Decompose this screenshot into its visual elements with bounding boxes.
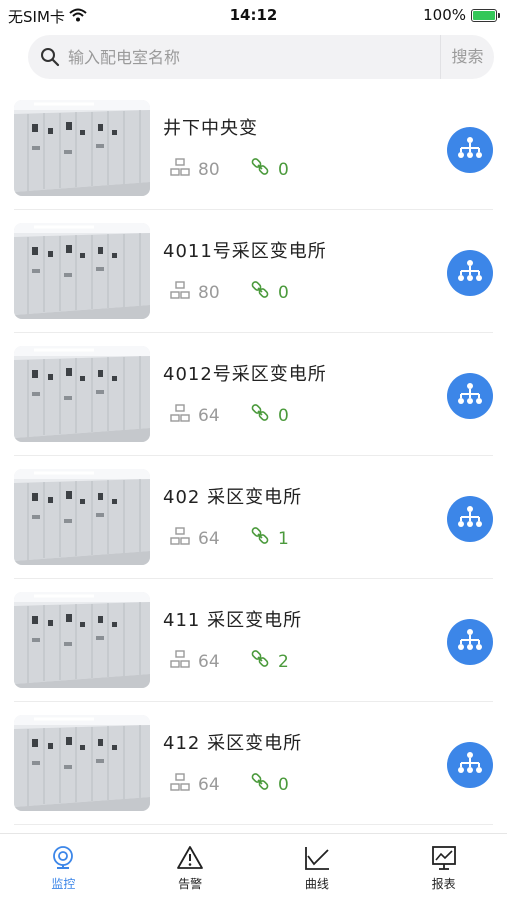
link-count-value: 0 bbox=[278, 774, 289, 795]
link-icon bbox=[250, 649, 270, 674]
device-icon bbox=[170, 280, 190, 305]
search-bar: 搜索 bbox=[28, 35, 494, 79]
link-count-value: 0 bbox=[278, 282, 289, 303]
search-icon bbox=[40, 47, 60, 67]
topology-icon bbox=[457, 750, 483, 780]
link-count: 0 bbox=[250, 157, 289, 182]
list-item[interactable]: 412 采区变电所 64 0 bbox=[14, 702, 493, 825]
room-thumbnail bbox=[14, 469, 150, 565]
device-count-value: 64 bbox=[198, 528, 220, 549]
link-count: 0 bbox=[250, 280, 289, 305]
curve-icon bbox=[303, 844, 331, 872]
list-item[interactable]: 井下中央变 80 0 bbox=[14, 87, 493, 210]
battery-icon bbox=[471, 8, 500, 22]
topology-button[interactable] bbox=[447, 496, 493, 542]
link-icon bbox=[250, 280, 270, 305]
tab-label: 监控 bbox=[51, 877, 76, 891]
topology-icon bbox=[457, 627, 483, 657]
link-count-value: 1 bbox=[278, 528, 289, 549]
device-icon bbox=[170, 157, 190, 182]
topology-button[interactable] bbox=[447, 127, 493, 173]
tab-label: 报表 bbox=[431, 877, 456, 891]
device-icon bbox=[170, 526, 190, 551]
room-thumbnail bbox=[14, 100, 150, 196]
room-name: 4012号采区变电所 bbox=[163, 364, 327, 385]
device-count-value: 80 bbox=[198, 159, 220, 180]
tab-bar: 监控 告警 曲线 报表 bbox=[0, 833, 507, 900]
list-item[interactable]: 411 采区变电所 64 2 bbox=[14, 579, 493, 702]
search-button[interactable]: 搜索 bbox=[441, 35, 494, 79]
room-name: 402 采区变电所 bbox=[163, 487, 303, 508]
room-name: 井下中央变 bbox=[163, 118, 258, 139]
link-icon bbox=[250, 772, 270, 797]
device-icon bbox=[170, 403, 190, 428]
tab-report[interactable]: 报表 bbox=[380, 834, 507, 900]
device-icon bbox=[170, 772, 190, 797]
list-item[interactable]: 4012号采区变电所 64 0 bbox=[14, 333, 493, 456]
link-count: 0 bbox=[250, 772, 289, 797]
room-name: 4011号采区变电所 bbox=[163, 241, 327, 262]
report-icon bbox=[430, 844, 458, 872]
device-count-value: 64 bbox=[198, 774, 220, 795]
topology-icon bbox=[457, 381, 483, 411]
device-count-value: 64 bbox=[198, 651, 220, 672]
device-count-value: 80 bbox=[198, 282, 220, 303]
room-thumbnail bbox=[14, 223, 150, 319]
topology-button[interactable] bbox=[447, 742, 493, 788]
status-bar: 无SIM卡 14:12 100% bbox=[0, 0, 507, 30]
link-count-value: 2 bbox=[278, 651, 289, 672]
device-count-value: 64 bbox=[198, 405, 220, 426]
list-item[interactable]: 402 采区变电所 64 1 bbox=[14, 456, 493, 579]
link-count: 2 bbox=[250, 649, 289, 674]
device-count: 80 bbox=[170, 157, 220, 182]
device-count: 80 bbox=[170, 280, 220, 305]
tab-monitor[interactable]: 监控 bbox=[0, 834, 127, 900]
link-count: 0 bbox=[250, 403, 289, 428]
tab-label: 告警 bbox=[178, 877, 203, 891]
room-thumbnail bbox=[14, 715, 150, 811]
topology-button[interactable] bbox=[447, 250, 493, 296]
tab-alarm[interactable]: 告警 bbox=[127, 834, 254, 900]
room-thumbnail bbox=[14, 592, 150, 688]
monitor-icon bbox=[49, 844, 77, 872]
topology-button[interactable] bbox=[447, 619, 493, 665]
alarm-icon bbox=[176, 844, 204, 872]
device-count: 64 bbox=[170, 526, 220, 551]
device-count: 64 bbox=[170, 772, 220, 797]
topology-button[interactable] bbox=[447, 373, 493, 419]
room-name: 412 采区变电所 bbox=[163, 733, 303, 754]
room-thumbnail bbox=[14, 346, 150, 442]
device-count: 64 bbox=[170, 649, 220, 674]
link-count: 1 bbox=[250, 526, 289, 551]
room-name: 411 采区变电所 bbox=[163, 610, 303, 631]
device-count: 64 bbox=[170, 403, 220, 428]
search-input[interactable] bbox=[68, 35, 436, 79]
tab-curve[interactable]: 曲线 bbox=[254, 834, 381, 900]
topology-icon bbox=[457, 135, 483, 165]
link-count-value: 0 bbox=[278, 405, 289, 426]
battery-percent: 100% bbox=[423, 6, 466, 24]
device-icon bbox=[170, 649, 190, 674]
battery-status: 100% bbox=[423, 6, 500, 24]
room-list: 井下中央变 80 0 4011号采区变电所 80 0 4012号采区变电所 64… bbox=[0, 87, 507, 825]
link-icon bbox=[250, 403, 270, 428]
tab-label: 曲线 bbox=[304, 877, 329, 891]
link-count-value: 0 bbox=[278, 159, 289, 180]
link-icon bbox=[250, 526, 270, 551]
link-icon bbox=[250, 157, 270, 182]
topology-icon bbox=[457, 258, 483, 288]
topology-icon bbox=[457, 504, 483, 534]
list-item[interactable]: 4011号采区变电所 80 0 bbox=[14, 210, 493, 333]
